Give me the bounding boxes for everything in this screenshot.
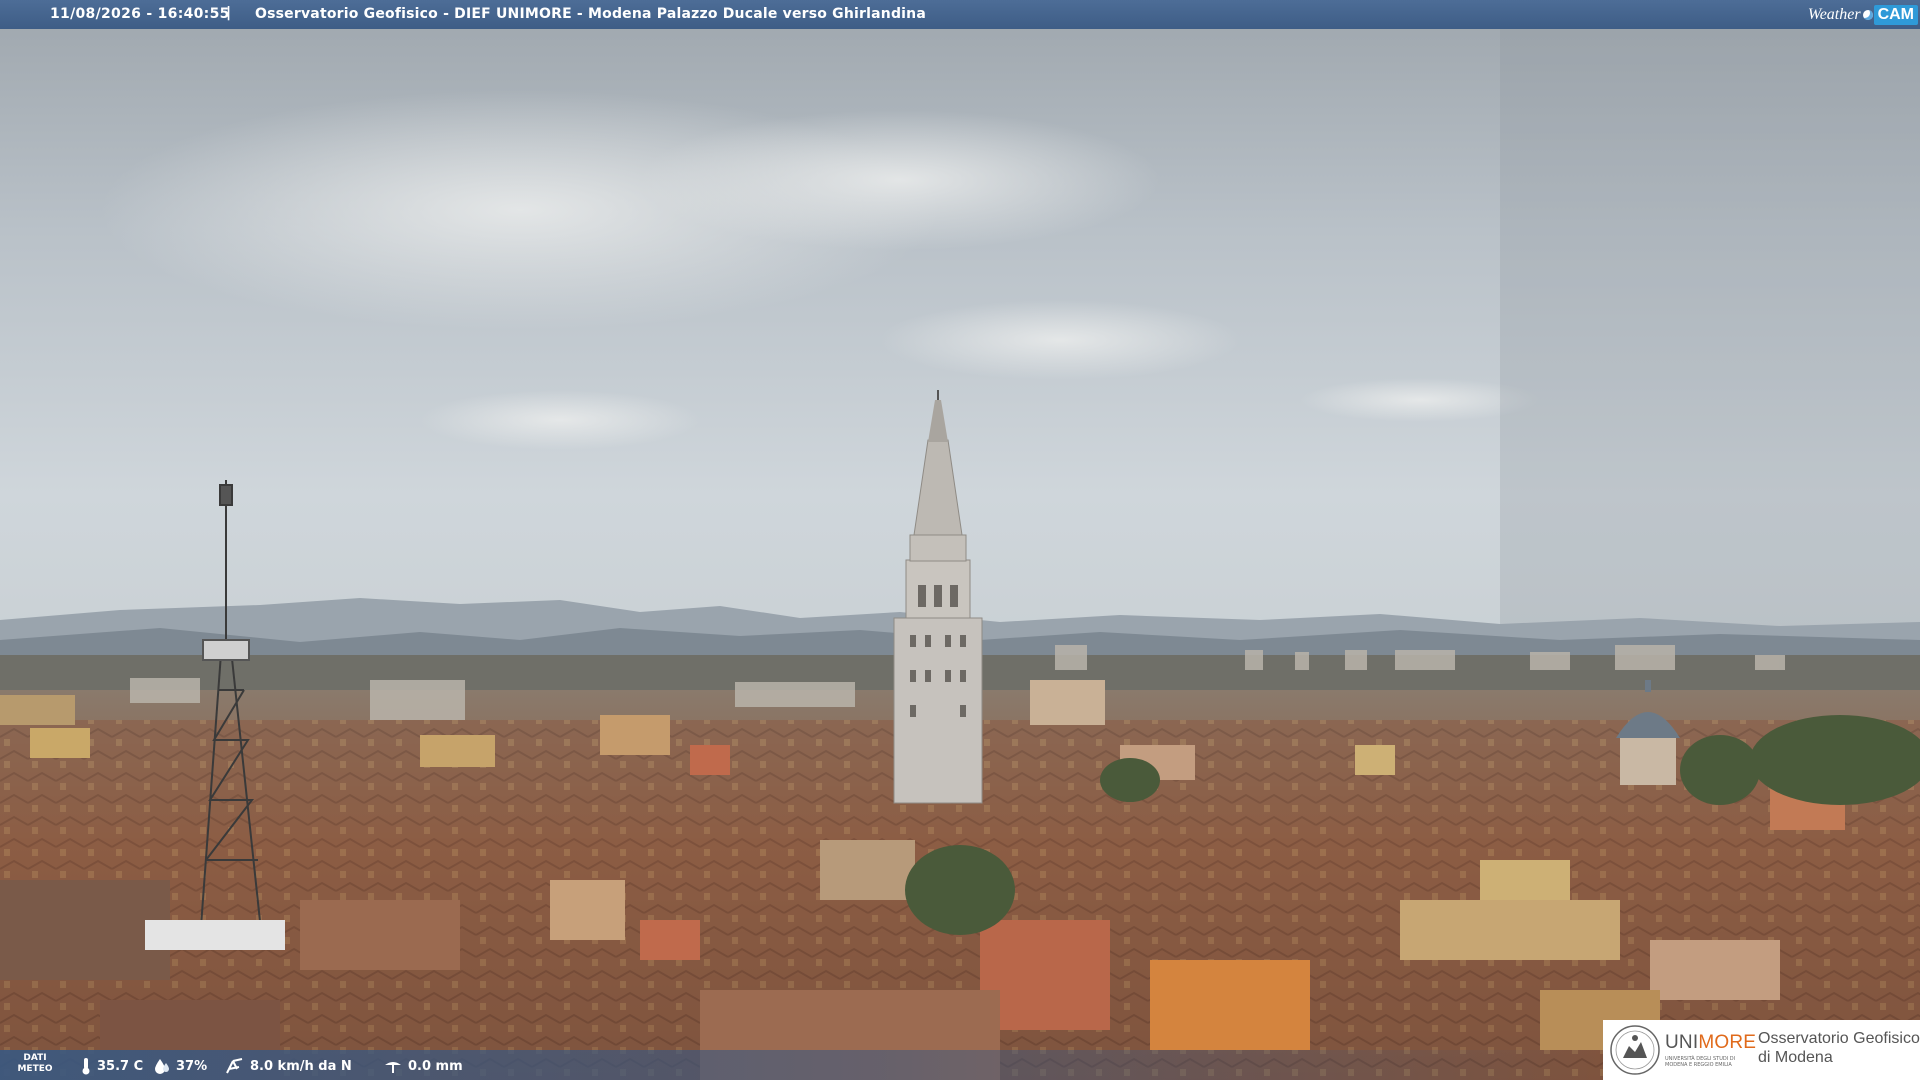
observatory-line2: di Modena xyxy=(1758,1049,1833,1066)
university-seal-icon xyxy=(1610,1025,1660,1075)
observatory-line1: Osservatorio Geofisico xyxy=(1758,1030,1920,1047)
weathercam-logo-cam: CAM xyxy=(1873,4,1918,25)
webcam-image xyxy=(0,0,1920,1080)
thermometer-icon xyxy=(82,1058,90,1075)
rain-value: 0.0 mm xyxy=(408,1058,463,1074)
wind-reading: 8.0 km/h da N xyxy=(225,1057,352,1075)
weathercam-logo[interactable]: Weather CAM xyxy=(1808,3,1918,26)
weather-label-line2: METEO xyxy=(17,1064,53,1074)
rain-gauge-icon xyxy=(385,1062,401,1073)
temperature-reading: 35.7 C xyxy=(80,1057,143,1075)
weather-label-line1: DATI xyxy=(23,1053,47,1063)
unimore-wordmark: UNIMORE xyxy=(1665,1032,1756,1054)
humidity-reading: 37% xyxy=(153,1057,207,1075)
wind-icon xyxy=(226,1058,243,1074)
camera-title: Osservatorio Geofisico - DIEF UNIMORE - … xyxy=(255,6,926,22)
rain-reading: 0.0 mm xyxy=(383,1057,463,1075)
header-bar: 11/08/2026 - 16:40:55 | Osservatorio Geo… xyxy=(0,0,1920,29)
humidity-drop-icon xyxy=(155,1059,169,1074)
weathercam-logo-icon xyxy=(1862,9,1873,20)
timestamp: 11/08/2026 - 16:40:55 xyxy=(50,6,230,22)
observatory-name: Osservatorio Geofisico di Modena xyxy=(1758,1029,1920,1067)
unimore-sponsor-logo[interactable]: UNIMORE UNIVERSITÀ DEGLI STUDI DI MODENA… xyxy=(1603,1020,1920,1080)
wind-value: 8.0 km/h da N xyxy=(250,1058,352,1074)
header-separator: | xyxy=(226,5,232,21)
weather-data-bar: DATI METEO 35.7 C 37% 8.0 km/h da N 0.0 … xyxy=(0,1050,1600,1080)
wordmark-uni: UNI xyxy=(1665,1032,1699,1053)
wordmark-more: MORE xyxy=(1698,1032,1757,1053)
temperature-value: 35.7 C xyxy=(97,1058,144,1074)
weather-data-label: DATI METEO xyxy=(14,1053,56,1075)
humidity-value: 37% xyxy=(176,1058,208,1074)
weathercam-logo-weather: Weather xyxy=(1807,5,1861,23)
university-subtitle: UNIVERSITÀ DEGLI STUDI DI MODENA E REGGI… xyxy=(1665,1056,1736,1068)
